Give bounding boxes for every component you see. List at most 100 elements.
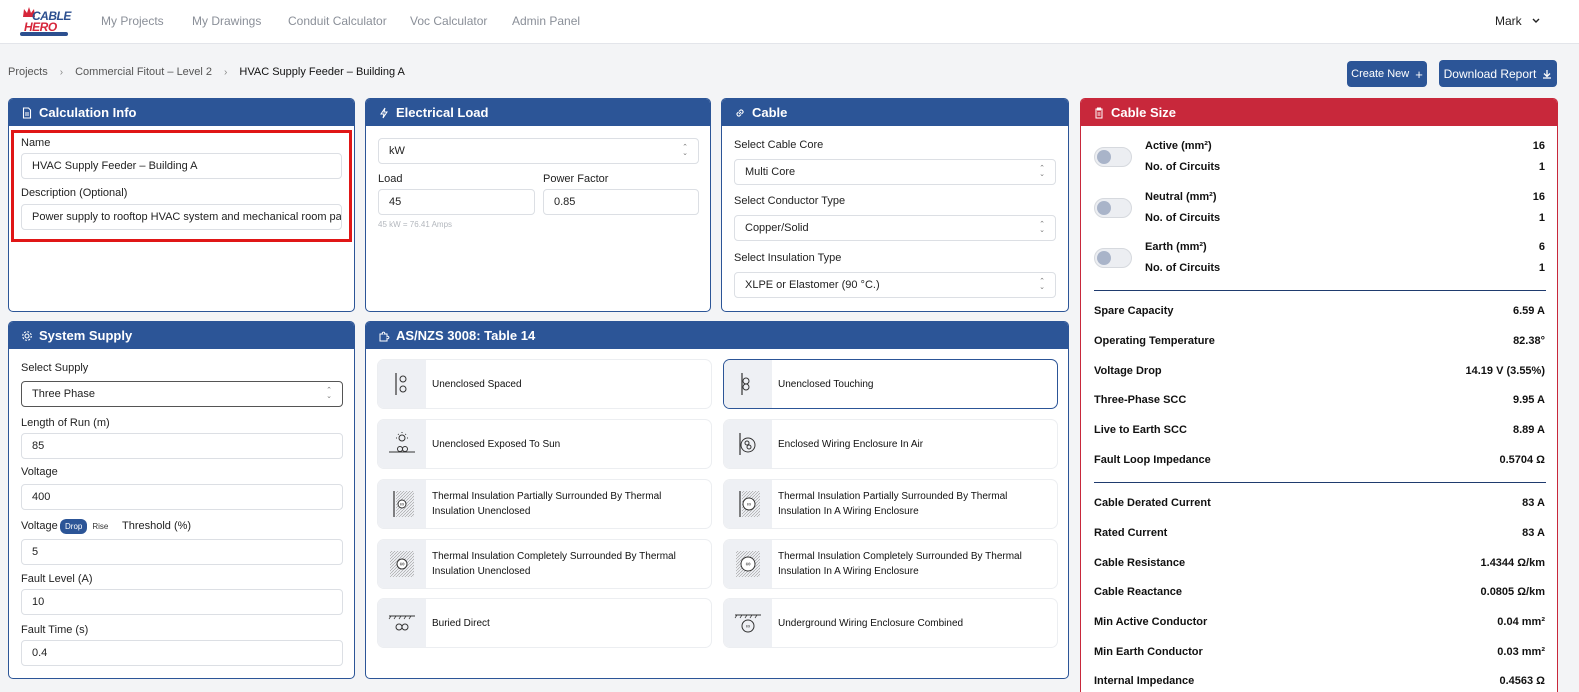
plus-icon: + <box>1415 66 1423 82</box>
conductor-type-value: Copper/Solid <box>745 222 809 234</box>
voltage-input[interactable]: 400 <box>21 484 343 510</box>
nav-admin-panel[interactable]: Admin Panel <box>512 14 580 28</box>
active-toggle[interactable] <box>1094 147 1132 167</box>
vd-label-pre: Voltage <box>21 520 58 532</box>
rise-option[interactable]: Rise <box>87 519 113 534</box>
electrical-load-panel: Electrical Load kW ⌃ ⌄ Load 45 Power Fact… <box>365 98 711 312</box>
method-label: Unenclosed Exposed To Sun <box>432 438 561 450</box>
fault-time-input[interactable]: 0.4 <box>21 640 343 666</box>
method-label: Unenclosed Spaced <box>432 378 522 390</box>
earth-toggle[interactable] <box>1094 248 1132 268</box>
method-card-thermal-complete[interactable]: ∞ Thermal Insulation Completely Surround… <box>378 540 711 588</box>
method-card-unenclosed-touching[interactable]: Unenclosed Touching <box>724 360 1057 408</box>
cable-size-header: Cable Size <box>1081 99 1557 126</box>
cable-panel: Cable Select Cable Core Multi Core ⌃ ⌄ Se… <box>721 98 1069 312</box>
method-label: Unenclosed Touching <box>778 378 874 390</box>
length-input[interactable]: 85 <box>21 433 343 459</box>
min-earth-value: 0.03 mm² <box>1497 646 1545 658</box>
conductor-type-select[interactable]: Copper/Solid ⌃ ⌄ <box>734 215 1056 241</box>
user-menu[interactable]: Mark <box>1495 14 1540 28</box>
derated-current-label: Cable Derated Current <box>1094 497 1211 509</box>
system-supply-title: System Supply <box>39 328 133 343</box>
method-card-thermal-partial[interactable]: ∞ Thermal Insulation Partially Surrounde… <box>378 480 711 528</box>
svg-text:∞: ∞ <box>747 502 751 508</box>
method-label: Underground Wiring Enclosure Combined <box>778 617 964 629</box>
nav-my-projects[interactable]: My Projects <box>101 14 164 28</box>
threshold-input[interactable]: 5 <box>21 539 343 565</box>
electrical-load-header: Electrical Load <box>366 99 710 126</box>
document-icon <box>22 106 32 119</box>
cable-reactance-value: 0.0805 Ω/km <box>1480 586 1545 598</box>
fault-loop-label: Fault Loop Impedance <box>1094 454 1211 466</box>
download-report-button[interactable]: Download Report <box>1439 60 1557 87</box>
link-icon <box>736 108 744 117</box>
three-phase-scc-value: 9.95 A <box>1512 394 1545 406</box>
drop-option[interactable]: Drop <box>60 519 88 534</box>
select-chevron-icon: ⌃ ⌄ <box>1039 221 1045 234</box>
download-icon <box>1543 69 1552 79</box>
internal-impedance-value: 0.4563 Ω <box>1499 675 1545 687</box>
cable-resistance-value: 1.4344 Ω/km <box>1480 557 1545 569</box>
download-report-label: Download Report <box>1443 66 1537 81</box>
gear-icon <box>22 330 32 341</box>
length-label: Length of Run (m) <box>21 417 110 429</box>
insulation-type-select[interactable]: XLPE or Elastomer (90 °C.) ⌃ ⌄ <box>734 272 1056 298</box>
neutral-value: 16 <box>1532 191 1545 203</box>
insulation-type-value: XLPE or Elastomer (90 °C.) <box>745 279 880 291</box>
nav-voc-calculator[interactable]: Voc Calculator <box>410 14 487 28</box>
breadcrumb-projects[interactable]: Projects <box>8 66 48 78</box>
breadcrumb-current: HVAC Supply Feeder – Building A <box>239 66 405 78</box>
method-card-thermal-partial-enclosure[interactable]: ∞ Thermal Insulation Partially Surrounde… <box>724 480 1057 528</box>
cable-size-panel: Cable Size Active (mm²) 16 No. of Circui… <box>1080 98 1558 692</box>
thermal-partial-icon: ∞ <box>378 480 426 528</box>
three-phase-scc-label: Three-Phase SCC <box>1094 394 1187 406</box>
active-circuits-value: 1 <box>1538 161 1545 173</box>
active-label: Active (mm²) <box>1145 140 1212 152</box>
cable-hero-logo[interactable]: CABLE HERO <box>20 6 71 38</box>
nav-my-drawings[interactable]: My Drawings <box>192 14 261 28</box>
conductor-type-label: Select Conductor Type <box>734 195 846 207</box>
neutral-toggle[interactable] <box>1094 198 1132 218</box>
svg-text:∞: ∞ <box>746 561 751 568</box>
create-new-button[interactable]: Create New + <box>1347 61 1427 87</box>
method-card-exposed-to-sun[interactable]: Unenclosed Exposed To Sun <box>378 420 711 468</box>
supply-select[interactable]: Three Phase ⌃ ⌄ <box>21 381 343 407</box>
live-earth-scc-value: 8.89 A <box>1512 424 1545 436</box>
load-label: Load <box>378 173 403 185</box>
method-label: Thermal Insulation Completely Surrounded… <box>432 551 676 577</box>
thermal-partial-enclosure-icon: ∞ <box>724 480 772 528</box>
operating-temp-value: 82.38° <box>1513 335 1545 347</box>
method-card-buried-direct[interactable]: Buried Direct <box>378 599 711 647</box>
table14-header: AS/NZS 3008: Table 14 <box>366 322 1068 349</box>
clipboard-icon <box>1095 107 1103 118</box>
logo-swoosh <box>20 32 68 36</box>
top-nav: CABLE HERO My Projects My Drawings Condu… <box>0 0 1579 44</box>
method-label: Thermal Insulation Partially Surrounded … <box>432 491 662 517</box>
breadcrumb-project[interactable]: Commercial Fitout – Level 2 <box>75 66 212 78</box>
method-card-thermal-complete-enclosure[interactable]: ∞ Thermal Insulation Completely Surround… <box>724 540 1057 588</box>
load-input[interactable]: 45 <box>378 189 535 215</box>
active-value: 16 <box>1532 140 1545 152</box>
table14-panel: AS/NZS 3008: Table 14 Unenclosed Spaced … <box>365 321 1069 679</box>
power-factor-input[interactable]: 0.85 <box>543 189 699 215</box>
cable-resistance-label: Cable Resistance <box>1094 557 1186 569</box>
method-card-underground-enclosure[interactable]: ∞ Underground Wiring Enclosure Combined <box>724 599 1057 647</box>
drop-rise-toggle[interactable]: Drop Rise <box>60 519 113 534</box>
vd-label-post: Threshold (%) <box>122 520 192 532</box>
select-chevron-icon: ⌃ ⌄ <box>682 144 688 157</box>
method-card-unenclosed-spaced[interactable]: Unenclosed Spaced <box>378 360 711 408</box>
lightning-icon <box>380 107 388 118</box>
cable-core-select[interactable]: Multi Core ⌃ ⌄ <box>734 159 1056 185</box>
method-label: Enclosed Wiring Enclosure In Air <box>778 438 924 450</box>
buried-icon <box>378 599 426 647</box>
sun-icon <box>378 420 426 468</box>
nav-conduit-calculator[interactable]: Conduit Calculator <box>288 14 387 28</box>
fault-level-input[interactable]: 10 <box>21 589 343 615</box>
load-unit-select[interactable]: kW ⌃ ⌄ <box>378 138 699 164</box>
method-card-enclosure-in-air[interactable]: Enclosed Wiring Enclosure In Air <box>724 420 1057 468</box>
spaced-icon <box>378 360 426 408</box>
active-circuits-label: No. of Circuits <box>1145 161 1221 173</box>
svg-text:∞: ∞ <box>400 561 405 568</box>
voltage-drop-label: Voltage Drop <box>1094 365 1162 377</box>
cable-title: Cable <box>752 105 788 120</box>
